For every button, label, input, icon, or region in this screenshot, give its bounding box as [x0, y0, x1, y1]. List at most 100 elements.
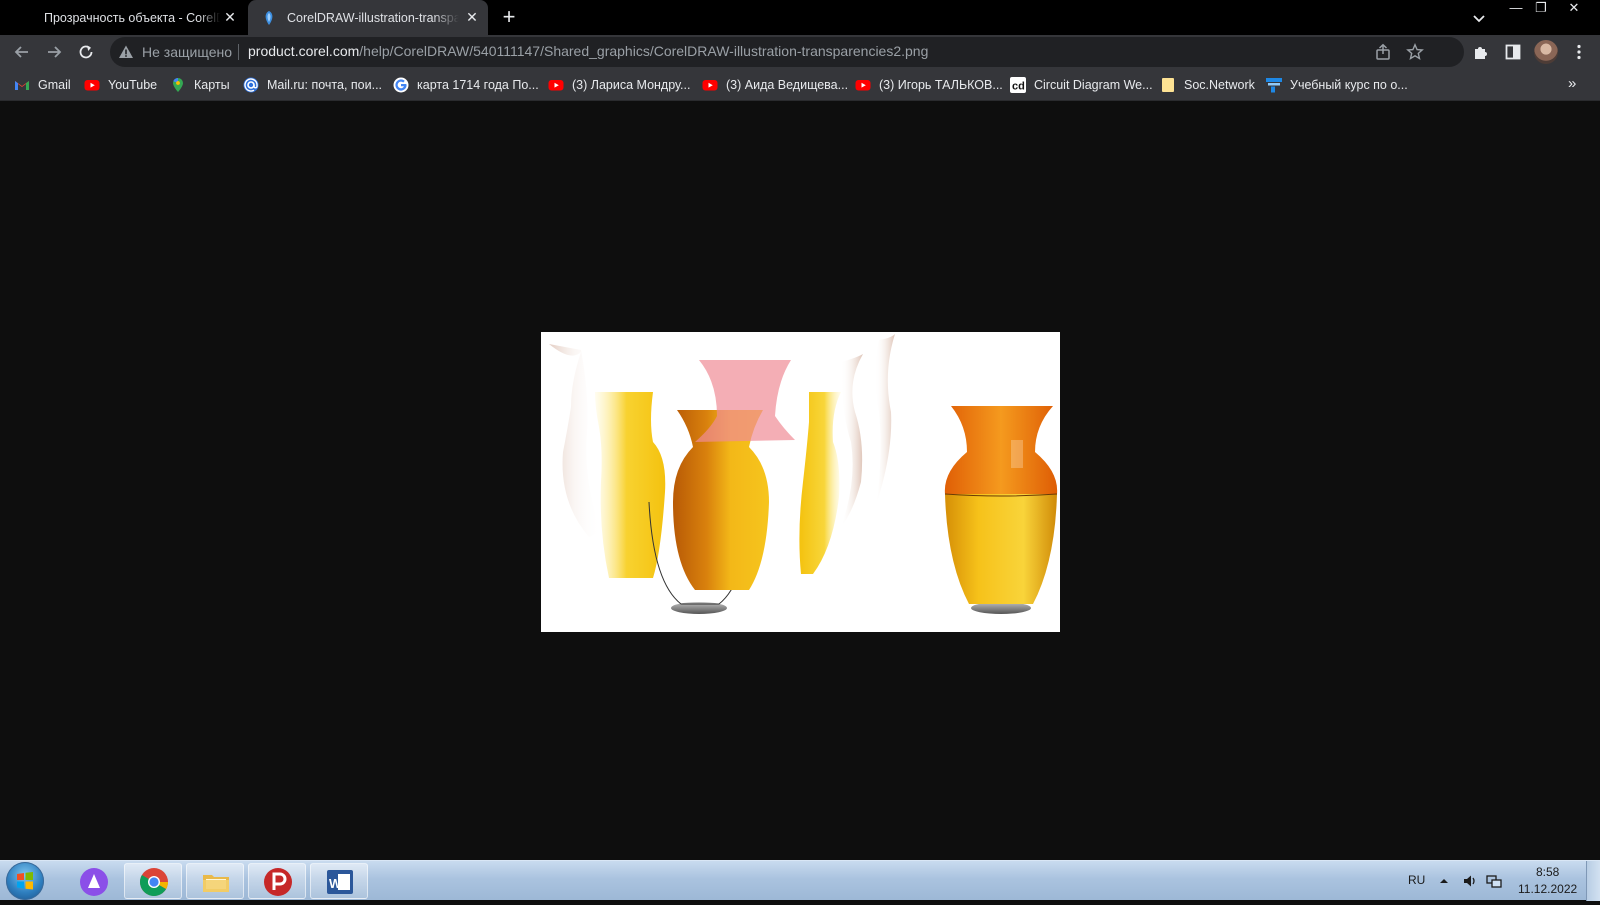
close-tab-icon[interactable]: ✕: [464, 9, 480, 25]
right-vase-body: [945, 494, 1057, 604]
taskbar-word[interactable]: W: [310, 863, 368, 899]
more-menu-icon[interactable]: [1570, 43, 1588, 61]
bookmark-label: Учебный курс по о...: [1290, 78, 1408, 92]
taskbar-file-explorer[interactable]: [186, 863, 244, 899]
bookmark-label: Gmail: [38, 78, 71, 92]
bookmark-label: Circuit Diagram We...: [1034, 78, 1153, 92]
bookmark-mailru[interactable]: Mail.ru: почта, пои...: [243, 76, 382, 94]
forward-button[interactable]: [42, 40, 66, 64]
gmail-icon: [15, 81, 29, 90]
svg-text:cd: cd: [1012, 81, 1025, 93]
vases-illustration: [549, 334, 1058, 614]
bookmarks-bar: Gmail YouTube Карты Mail.ru: почта, пои.…: [0, 69, 1600, 101]
bookmark-label: (3) Игорь ТАЛЬКОВ...: [879, 78, 1003, 92]
not-secure-warning-icon[interactable]: [118, 44, 134, 60]
extensions-puzzle-icon[interactable]: [1472, 43, 1490, 61]
bookmark-label: YouTube: [108, 78, 158, 92]
mailru-icon: [243, 77, 259, 93]
bookmark-training-course[interactable]: Учебный курс по о...: [1266, 76, 1408, 94]
folder-explorer-icon: [203, 875, 229, 892]
yellow-vase-right: [799, 392, 841, 574]
ghost-vase-right-edge: [875, 334, 895, 502]
tab-title: Прозрачность объекта - CorelDRAW: [44, 10, 220, 25]
new-tab-button[interactable]: +: [498, 6, 520, 28]
google-icon: [393, 77, 409, 93]
url-host: product.corel.com: [248, 43, 360, 59]
bookmark-youtube[interactable]: YouTube: [84, 76, 157, 94]
side-panel-icon[interactable]: [1504, 43, 1522, 61]
bookmark-gmail[interactable]: Gmail: [14, 76, 71, 94]
bookmark-soc-network-folder[interactable]: Soc.Network: [1160, 76, 1255, 94]
chrome-icon: [140, 868, 168, 896]
tab-search-chevron-icon[interactable]: [1470, 9, 1488, 27]
tab-image-active[interactable]: CorelDRAW-illustration-transparencies2.p…: [248, 0, 488, 35]
tab-transparency-article[interactable]: Прозрачность объекта - CorelDRAW ✕: [30, 0, 246, 35]
taskbar-alice-assistant[interactable]: [64, 863, 122, 899]
bookmark-maps[interactable]: Карты: [170, 76, 230, 94]
ghost-vase-right: [841, 354, 863, 527]
youtube-icon: [702, 80, 718, 91]
maps-icon: [173, 78, 183, 92]
clock-time[interactable]: 8:58: [1536, 865, 1559, 879]
ghost-vase-left: [549, 344, 601, 537]
start-orb-button[interactable]: [6, 862, 44, 900]
address-bar[interactable]: Не защищено product.corel.com/help/Corel…: [110, 37, 1464, 67]
omnibox-divider: [238, 44, 239, 60]
corel-favicon-icon: [265, 10, 273, 25]
pink-transparent-vase: [695, 360, 795, 442]
windows-logo-icon: [17, 872, 33, 890]
restore-button[interactable]: ❐: [1532, 0, 1550, 18]
circuit-icon: cd: [1010, 77, 1026, 93]
bookmark-larisa-mondrus[interactable]: (3) Лариса Мондру...: [548, 76, 690, 94]
volume-icon[interactable]: [1462, 873, 1478, 889]
back-arrow-icon: [14, 46, 28, 58]
reload-icon: [79, 45, 93, 59]
bookmark-circuit-diagram[interactable]: cd Circuit Diagram We...: [1010, 76, 1153, 94]
svg-text:W: W: [329, 876, 342, 891]
bookmark-label: (3) Аида Ведищева...: [726, 78, 849, 92]
bookmark-star-icon[interactable]: [1406, 43, 1424, 61]
bookmark-aida-vedishcheva[interactable]: (3) Аида Ведищева...: [702, 76, 848, 94]
network-icon[interactable]: [1486, 873, 1502, 889]
back-button[interactable]: [10, 40, 34, 64]
show-desktop-button[interactable]: [1586, 861, 1600, 901]
right-vase-highlight: [1011, 440, 1023, 468]
youtube-icon: [84, 80, 100, 91]
bookmark-igor-talkov[interactable]: (3) Игорь ТАЛЬКОВ...: [855, 76, 1003, 94]
url-path: /help/CorelDRAW/540111147/Shared_graphic…: [359, 43, 929, 59]
vases-transparency-image[interactable]: [541, 332, 1060, 632]
bookmarks-overflow-button[interactable]: »: [1568, 75, 1576, 92]
bookmark-label: Карты: [194, 78, 230, 92]
bookmark-map-1714[interactable]: карта 1714 года По...: [393, 76, 539, 94]
folder-icon: [1162, 78, 1174, 92]
taskbar-chrome[interactable]: [124, 863, 182, 899]
bookmark-label: Soc.Network: [1184, 78, 1255, 92]
youtube-icon: [855, 80, 871, 91]
course-icon: [1266, 78, 1282, 93]
bookmark-label: карта 1714 года По...: [417, 78, 539, 92]
share-icon[interactable]: [1374, 43, 1392, 61]
clock-date[interactable]: 11.12.2022: [1518, 882, 1577, 896]
close-tab-icon[interactable]: ✕: [222, 9, 238, 25]
taskbar-psiphon[interactable]: [248, 863, 306, 899]
security-label: Не защищено: [142, 44, 232, 60]
bookmark-label: (3) Лариса Мондру...: [572, 78, 691, 92]
minimize-button[interactable]: —: [1508, 0, 1524, 18]
forward-arrow-icon: [48, 46, 62, 58]
image-viewer: [0, 101, 1600, 860]
youtube-icon: [548, 80, 564, 91]
language-indicator[interactable]: RU: [1408, 873, 1425, 887]
right-vase-neck: [944, 406, 1058, 494]
tab-title: CorelDRAW-illustration-transparencies2.p…: [287, 10, 459, 25]
browser-toolbar: Не защищено product.corel.com/help/Corel…: [0, 35, 1600, 69]
close-window-button[interactable]: ✕: [1564, 0, 1584, 18]
url-text[interactable]: product.corel.com/help/CorelDRAW/5401111…: [248, 43, 928, 59]
tab-strip: Прозрачность объекта - CorelDRAW ✕ Corel…: [0, 0, 1600, 35]
word-icon: W: [327, 870, 353, 894]
profile-avatar[interactable]: [1534, 40, 1558, 64]
psiphon-icon: [264, 868, 292, 896]
bookmark-label: Mail.ru: почта, пои...: [267, 78, 383, 92]
show-hidden-icons-icon[interactable]: [1436, 873, 1452, 889]
alice-assistant-icon: [80, 868, 108, 896]
reload-button[interactable]: [74, 40, 98, 64]
